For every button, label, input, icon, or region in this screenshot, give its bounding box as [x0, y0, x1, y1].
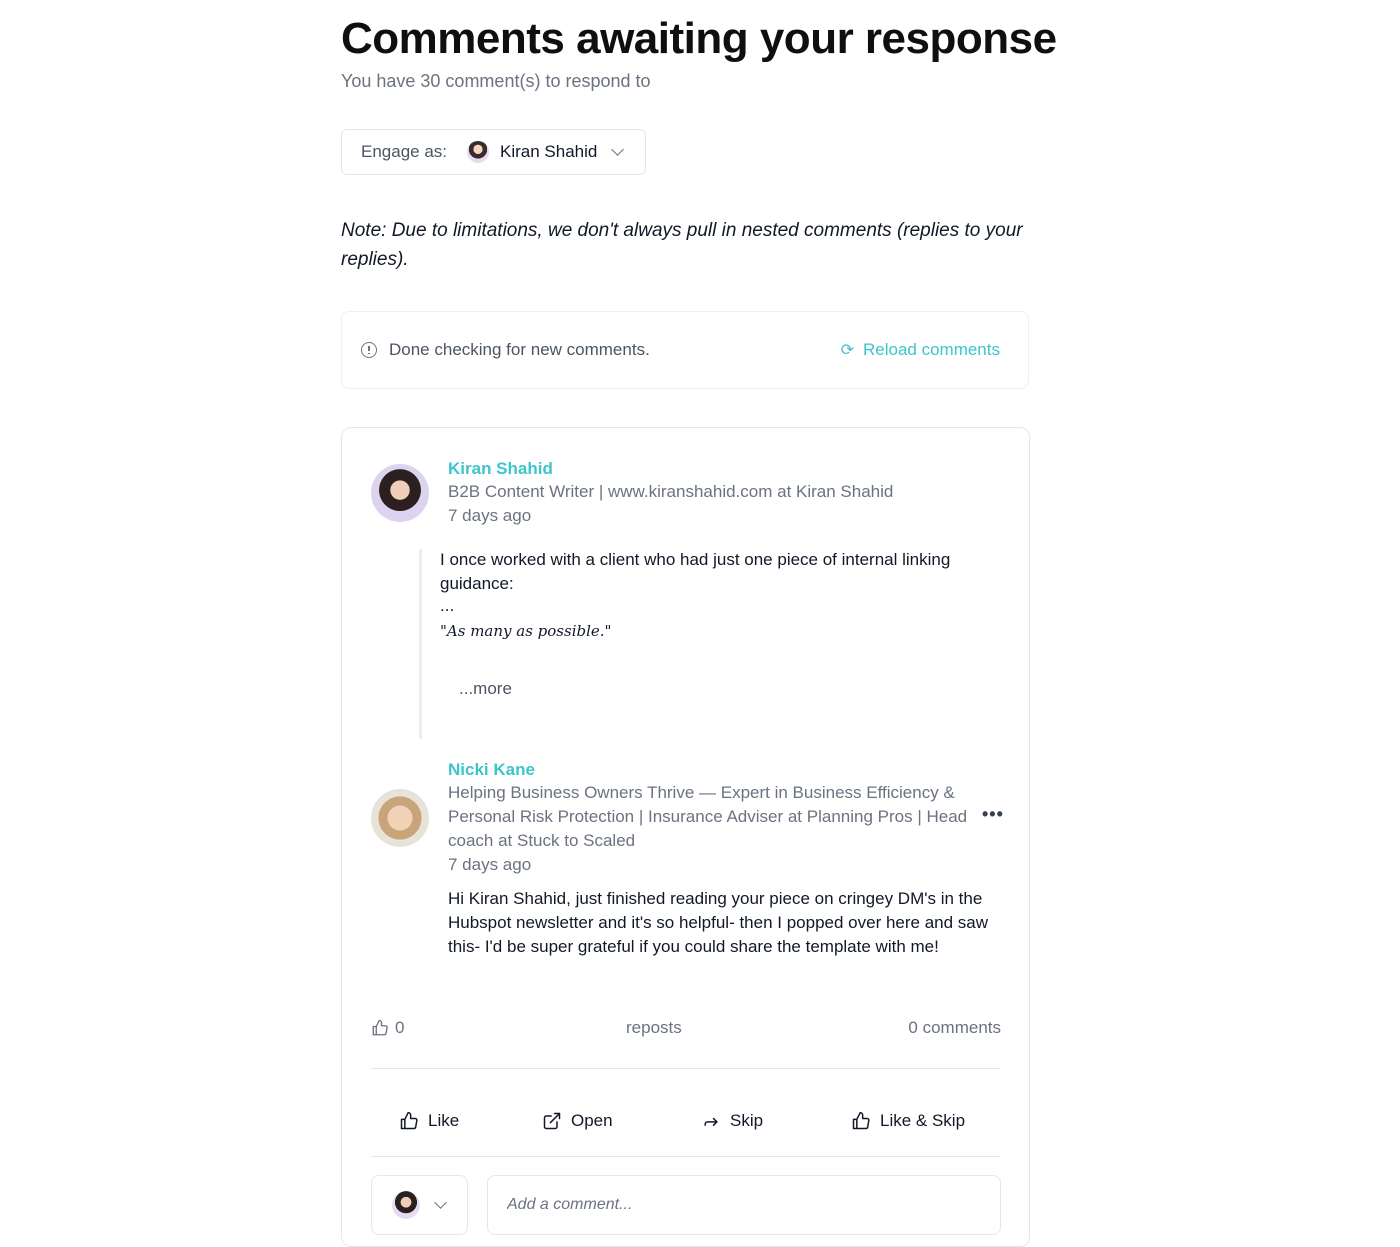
- engage-as-selector[interactable]: Engage as: Kiran Shahid: [341, 129, 646, 175]
- comment-input[interactable]: [487, 1175, 1001, 1235]
- post-stats: 0 reposts 0 comments: [371, 1018, 1001, 1042]
- avatar: [371, 789, 429, 847]
- refresh-icon: ⟳: [840, 342, 854, 359]
- more-horizontal-icon[interactable]: •••: [982, 804, 1004, 825]
- action-bar: Like Open Skip Like & Skip: [371, 1098, 1001, 1144]
- reposts-count: reposts: [626, 1018, 682, 1037]
- avatar: [371, 464, 429, 522]
- thumbs-up-icon: [400, 1111, 418, 1130]
- comment-as-selector[interactable]: [371, 1175, 468, 1235]
- skip-label: Skip: [730, 1111, 764, 1130]
- page-subtitle: You have 30 comment(s) to respond to: [341, 71, 651, 91]
- open-label: Open: [571, 1111, 613, 1130]
- nested-comments-note: Note: Due to limitations, we don't alway…: [341, 220, 1023, 270]
- likes-value: 0: [395, 1018, 405, 1037]
- engage-as-label: Engage as:: [361, 142, 448, 161]
- like-and-skip-button[interactable]: Like & Skip: [851, 1098, 965, 1144]
- avatar: [392, 1191, 420, 1219]
- thumbs-up-icon: [372, 1019, 388, 1036]
- like-label: Like: [428, 1111, 460, 1130]
- open-button[interactable]: Open: [542, 1098, 613, 1144]
- divider: [371, 1156, 1001, 1157]
- comment-author[interactable]: Nicki Kane: [448, 760, 535, 780]
- chevron-down-icon: [611, 143, 625, 156]
- like-button[interactable]: Like: [399, 1098, 459, 1144]
- comment-text: Hi Kiran Shahid, just finished reading y…: [448, 889, 989, 956]
- comment-time: 7 days ago: [448, 855, 532, 874]
- post-quote-bar: [419, 549, 422, 739]
- post-ellipsis: ...: [440, 596, 455, 615]
- divider: [371, 1068, 1001, 1069]
- status-banner: Done checking for new comments. ⟳ Reload…: [341, 311, 1029, 389]
- external-link-icon: [543, 1112, 561, 1130]
- page-title: Comments awaiting your response: [341, 14, 1057, 63]
- thumbs-up-icon: [852, 1111, 870, 1130]
- post-author-headline: B2B Content Writer | www.kiranshahid.com…: [448, 482, 894, 501]
- status-message: Done checking for new comments.: [389, 340, 650, 359]
- post-text: I once worked with a client who had just…: [440, 550, 951, 593]
- info-icon: [361, 342, 377, 358]
- comments-count: 0 comments: [908, 1018, 1001, 1037]
- engage-as-user: Kiran Shahid: [500, 142, 598, 161]
- see-more-link[interactable]: ...more: [459, 679, 512, 699]
- chevron-down-icon: [434, 1196, 447, 1209]
- like-and-skip-label: Like & Skip: [880, 1111, 966, 1130]
- reload-comments-label: Reload comments: [862, 340, 1000, 359]
- skip-button[interactable]: Skip: [701, 1098, 763, 1144]
- post-quote: "As many as possible.": [440, 622, 612, 640]
- comment-card: Kiran Shahid B2B Content Writer | www.ki…: [341, 427, 1030, 1247]
- post-author[interactable]: Kiran Shahid: [448, 459, 553, 479]
- post-time: 7 days ago: [448, 506, 532, 525]
- comment-author-headline: Helping Business Owners Thrive — Expert …: [448, 783, 968, 850]
- likes-count: 0: [371, 1018, 404, 1038]
- forward-arrow-icon: [704, 1117, 718, 1126]
- reload-comments-button[interactable]: ⟳ Reload comments: [841, 340, 1000, 360]
- avatar: [467, 141, 490, 163]
